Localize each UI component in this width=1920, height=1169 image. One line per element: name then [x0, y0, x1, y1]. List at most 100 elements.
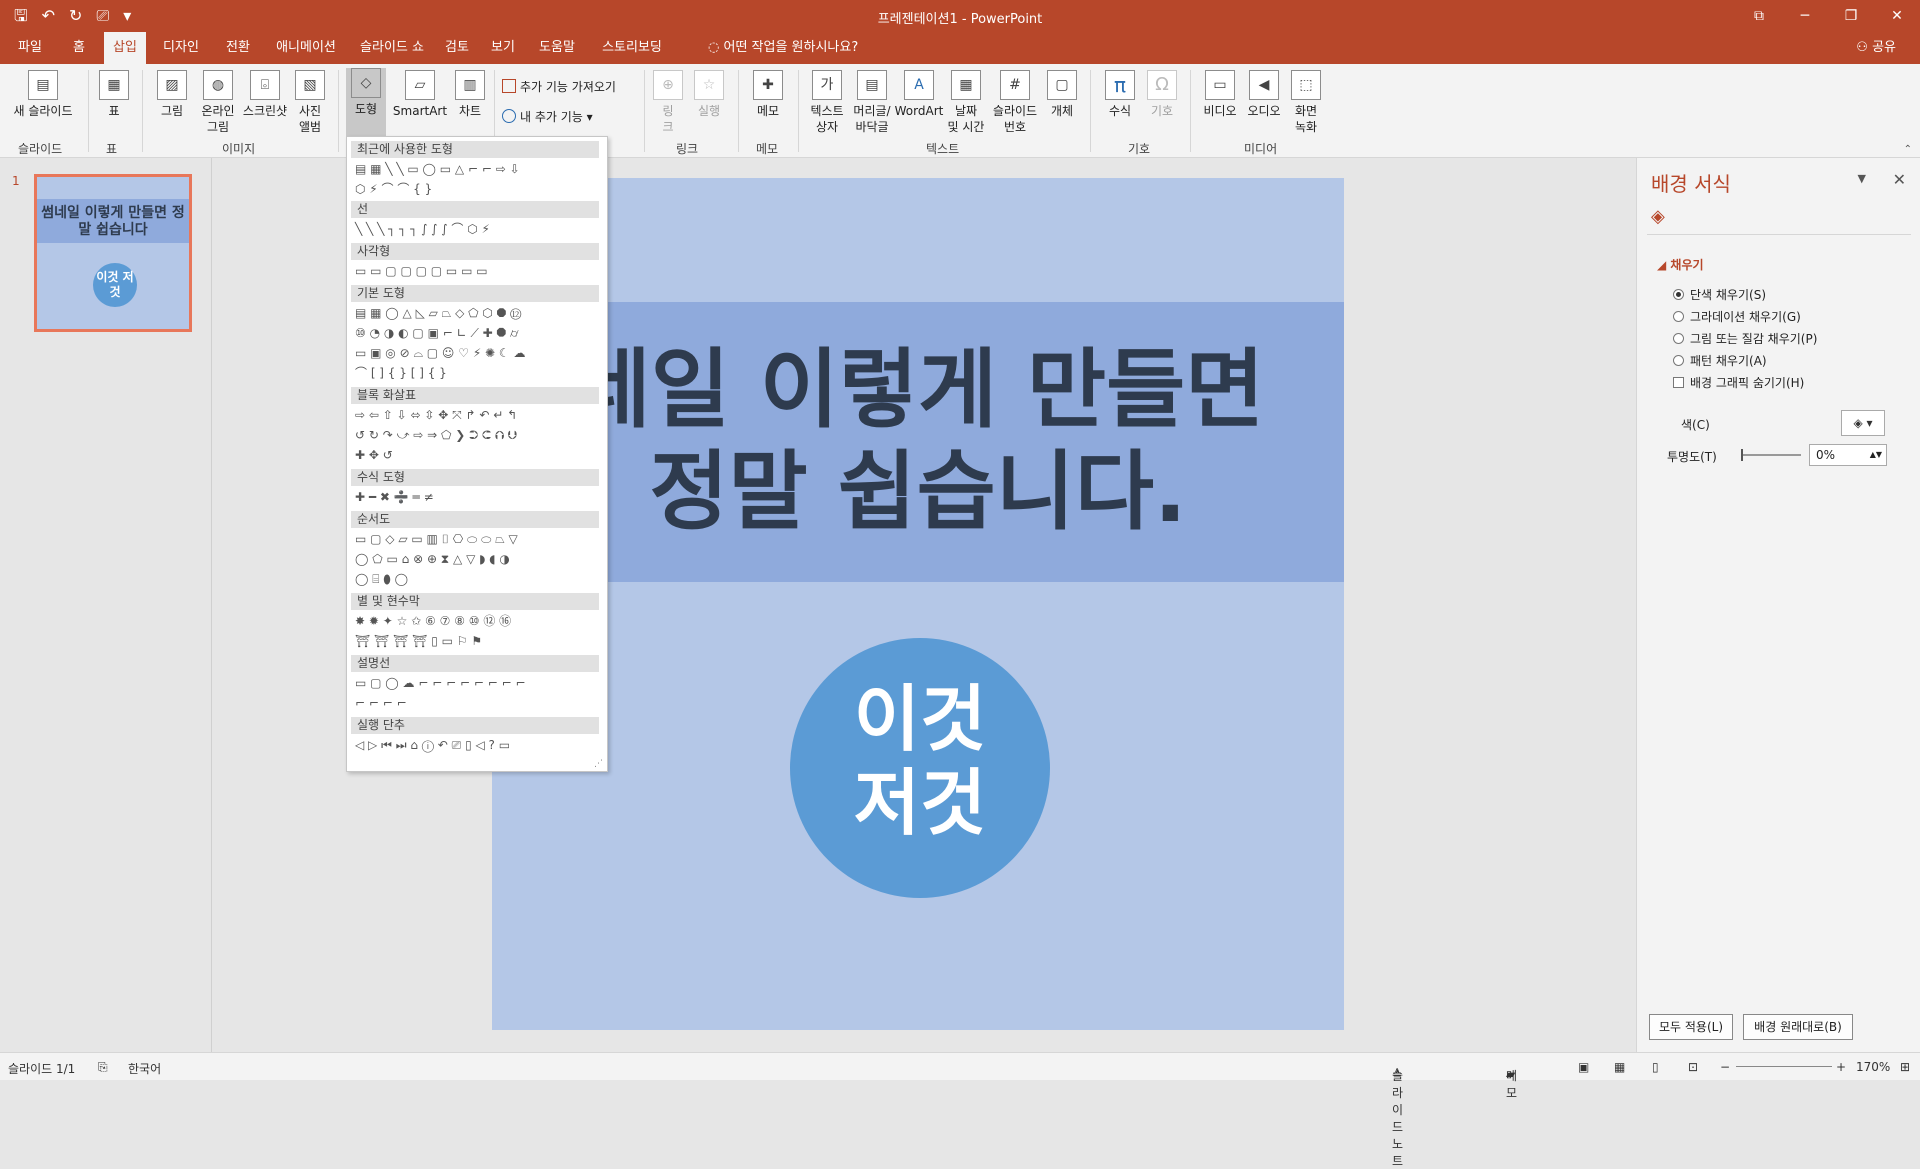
picture-button[interactable]: ▨ 그림: [152, 70, 192, 119]
shapes-row-flow-3[interactable]: ◯ ⌸ ⬮ ◯: [355, 571, 408, 587]
zoom-slider[interactable]: [1736, 1066, 1832, 1067]
datetime-button[interactable]: ▦ 날짜 및 시간: [944, 70, 988, 135]
share-button[interactable]: ⚇ 공유: [1856, 32, 1896, 64]
pane-options-dropdown-icon[interactable]: ▼: [1858, 172, 1866, 185]
tab-insert[interactable]: 삽입: [104, 32, 146, 64]
shapes-row-rectangles[interactable]: ▭ ▭ ▢ ▢ ▢ ▢ ▭ ▭ ▭: [355, 263, 488, 279]
shapes-row-recent-1[interactable]: ▤ ▦ ╲ ╲ ▭ ◯ ▭ △ ⌐ ⌐ ⇨ ⇩: [355, 161, 520, 177]
spinner-arrows-icon[interactable]: ▲▼: [1870, 445, 1882, 465]
online-picture-button[interactable]: ◍ 온라인 그림: [196, 70, 240, 135]
circle-shape[interactable]: 이것 저것: [790, 638, 1050, 898]
hide-graphics-label: 배경 그래픽 숨기기(H): [1690, 376, 1805, 390]
fit-to-window-icon[interactable]: ⊞: [1900, 1060, 1910, 1074]
tab-file[interactable]: 파일: [10, 32, 50, 64]
video-button[interactable]: ▭ 비디오: [1198, 70, 1242, 119]
shapes-row-stars-1[interactable]: ✸ ✹ ✦ ☆ ✩ ⑥ ⑦ ⑧ ⑩ ⑫ ⑯: [355, 613, 511, 629]
symbol-button[interactable]: Ω 기호: [1142, 70, 1182, 119]
shapes-row-arrows-1[interactable]: ⇨ ⇦ ⇧ ⇩ ⬄ ⇳ ✥ ⤧ ↱ ↶ ↵ ↰: [355, 407, 517, 423]
shapes-row-arrows-2[interactable]: ↺ ↻ ↷ ⤻ ⇨ ⇒ ⬠ ❯ ⮊ ⮈ ⮉ ⮋: [355, 427, 517, 443]
minimize-icon[interactable]: ─: [1782, 0, 1828, 32]
comment-button[interactable]: ✚ 메모: [748, 70, 788, 119]
tell-me-search[interactable]: ◌ 어떤 작업을 원하시나요?: [708, 32, 858, 64]
section-stars-banners: 별 및 현수막: [351, 593, 599, 610]
reading-view-icon[interactable]: ▯: [1652, 1060, 1659, 1074]
screen-recording-button[interactable]: ⬚ 화면 녹화: [1286, 70, 1326, 135]
resize-grip-icon[interactable]: ⋰: [594, 759, 603, 769]
object-button[interactable]: ▢ 개체: [1044, 70, 1080, 119]
zoom-level[interactable]: 170%: [1856, 1060, 1890, 1074]
radio-solid-fill[interactable]: 단색 채우기(S): [1673, 286, 1766, 303]
transparency-slider[interactable]: [1741, 449, 1801, 461]
shapes-row-callouts-1[interactable]: ▭ ▢ ◯ ☁ ⌐ ⌐ ⌐ ⌐ ⌐ ⌐ ⌐ ⌐: [355, 675, 526, 691]
audio-button[interactable]: ◀ 오디오: [1242, 70, 1286, 119]
slide-sorter-icon[interactable]: ▦: [1614, 1060, 1625, 1074]
shapes-row-basic-2[interactable]: ⑩ ◔ ◑ ◐ ▢ ▣ ⌐ ∟ ⟋ ✚ ⯃ ⌭: [355, 325, 519, 341]
new-slide-button[interactable]: ▤ 새 슬라이드: [8, 70, 78, 119]
close-pane-icon[interactable]: ✕: [1893, 170, 1906, 189]
wordart-button[interactable]: A WordArt: [894, 70, 944, 119]
action-button[interactable]: ☆ 실행: [692, 70, 726, 119]
radio-picture-fill[interactable]: 그림 또는 질감 채우기(P): [1673, 330, 1817, 347]
slide-thumbnail[interactable]: 썸네일 이렇게 만들면 정말 쉽습니다 이것 저것: [34, 174, 192, 332]
shapes-button[interactable]: ◇ 도형: [346, 68, 386, 136]
shapes-row-basic-1[interactable]: ▤ ▦ ◯ △ ◺ ▱ ⏢ ◇ ⬠ ⬡ ⯃ ⑫: [355, 305, 521, 321]
shapes-row-flow-2[interactable]: ◯ ⬠ ▭ ⌂ ⊗ ⊕ ⧗ △ ▽ ◗ ◖ ◑: [355, 551, 510, 567]
apply-to-all-button[interactable]: 모두 적용(L): [1649, 1014, 1733, 1040]
collapse-ribbon-icon[interactable]: ⌃: [1904, 144, 1912, 155]
tab-review[interactable]: 검토: [440, 32, 474, 64]
tab-help[interactable]: 도움말: [532, 32, 582, 64]
shapes-row-arrows-3[interactable]: ✚ ✥ ↺: [355, 447, 393, 463]
textbox-button[interactable]: 가 텍스트 상자: [804, 70, 850, 135]
reset-background-button[interactable]: 배경 원래대로(B): [1743, 1014, 1853, 1040]
tab-animations[interactable]: 애니메이션: [270, 32, 342, 64]
shapes-row-callouts-2[interactable]: ⌐ ⌐ ⌐ ⌐: [355, 695, 407, 711]
my-addins-button[interactable]: 내 추가 기능 ▾: [502, 108, 593, 125]
photo-album-button[interactable]: ▧ 사진 앨범: [290, 70, 330, 135]
shapes-row-actions[interactable]: ◁ ▷ ⏮ ⏭ ⌂ ⓘ ↶ ⎚ ▯ ◁ ? ▭: [355, 737, 510, 753]
restore-icon[interactable]: ❐: [1828, 0, 1874, 32]
hide-graphics-checkbox[interactable]: 배경 그래픽 숨기기(H): [1673, 374, 1804, 391]
tab-view[interactable]: 보기: [486, 32, 520, 64]
equation-button[interactable]: π 수식: [1100, 70, 1140, 119]
shapes-row-equation[interactable]: ✚ ━ ✖ ➗ ═ ≠: [355, 489, 434, 505]
header-footer-button[interactable]: ▤ 머리글/ 바닥글: [850, 70, 894, 135]
spellcheck-icon[interactable]: ⎘: [98, 1060, 108, 1075]
tab-design[interactable]: 디자인: [156, 32, 206, 64]
slide-title-line-2[interactable]: 정말 쉽습니다.: [492, 440, 1344, 544]
slide-number-button[interactable]: # 슬라이드 번호: [990, 70, 1040, 135]
smartart-button[interactable]: ▱ SmartArt: [392, 70, 448, 119]
chart-button[interactable]: ▥ 차트: [450, 70, 490, 119]
radio-gradient-fill[interactable]: 그라데이션 채우기(G): [1673, 308, 1801, 325]
table-button[interactable]: ▦ 표: [94, 70, 134, 119]
shapes-row-flow-1[interactable]: ▭ ▢ ◇ ▱ ▭ ▥ ⌷ ⎔ ⬭ ⬭ ⏢ ▽: [355, 531, 518, 547]
shapes-row-basic-4[interactable]: ⌒ [ ] { } [ ] { }: [355, 365, 447, 381]
slideshow-view-icon[interactable]: ⊡: [1688, 1060, 1698, 1074]
shapes-row-stars-2[interactable]: ⛩ ⛩ ⛩ ⛩ ▯ ▭ ⚐ ⚑: [355, 633, 482, 649]
shapes-row-recent-2[interactable]: ⬡ ⚡ ⌒ ⌒ { }: [355, 181, 432, 197]
close-icon[interactable]: ✕: [1874, 0, 1920, 32]
radio-pattern-fill[interactable]: 패턴 채우기(A): [1673, 352, 1767, 369]
normal-view-icon[interactable]: ▣: [1578, 1060, 1589, 1074]
fill-bucket-icon[interactable]: ◈: [1651, 206, 1665, 227]
tab-slideshow[interactable]: 슬라이드 쇼: [354, 32, 430, 64]
fill-section-header[interactable]: ◢ 채우기: [1657, 256, 1704, 273]
zoom-in-icon[interactable]: +: [1836, 1060, 1846, 1074]
get-addins-button[interactable]: 추가 기능 가져오기: [502, 78, 616, 95]
screenshot-button[interactable]: ⌻ 스크린샷: [240, 70, 290, 119]
tab-transitions[interactable]: 전환: [216, 32, 260, 64]
group-tables-label: 표: [106, 142, 118, 156]
link-button[interactable]: ⊕ 링 크: [652, 70, 684, 135]
shapes-row-lines[interactable]: ╲ ╲ ╲ ┐ ┐ ┐ ∫ ∫ ∫ ⌒ ⬡ ⚡: [355, 221, 490, 237]
slide-title-line-1[interactable]: 네일 이렇게 만들면: [492, 338, 1344, 442]
tab-home[interactable]: 홈: [62, 32, 96, 64]
language-indicator[interactable]: 한국어: [128, 1060, 161, 1077]
ribbon-display-icon[interactable]: ⧉: [1736, 0, 1782, 32]
zoom-out-icon[interactable]: −: [1720, 1060, 1730, 1074]
fill-color-picker[interactable]: ◈ ▾: [1841, 410, 1885, 436]
slide-canvas[interactable]: 네일 이렇게 만들면 정말 쉽습니다. 이것 저것: [492, 178, 1344, 1030]
transparency-input[interactable]: 0% ▲▼: [1809, 444, 1887, 466]
comments-label: 메모: [1506, 1069, 1518, 1100]
shapes-row-basic-3[interactable]: ▭ ▣ ◎ ⊘ ⌓ ▢ ☺ ♡ ⚡ ✺ ☾ ☁: [355, 345, 526, 361]
tab-storyboarding[interactable]: 스토리보딩: [594, 32, 670, 64]
solid-fill-label: 단색 채우기(S): [1690, 288, 1766, 302]
